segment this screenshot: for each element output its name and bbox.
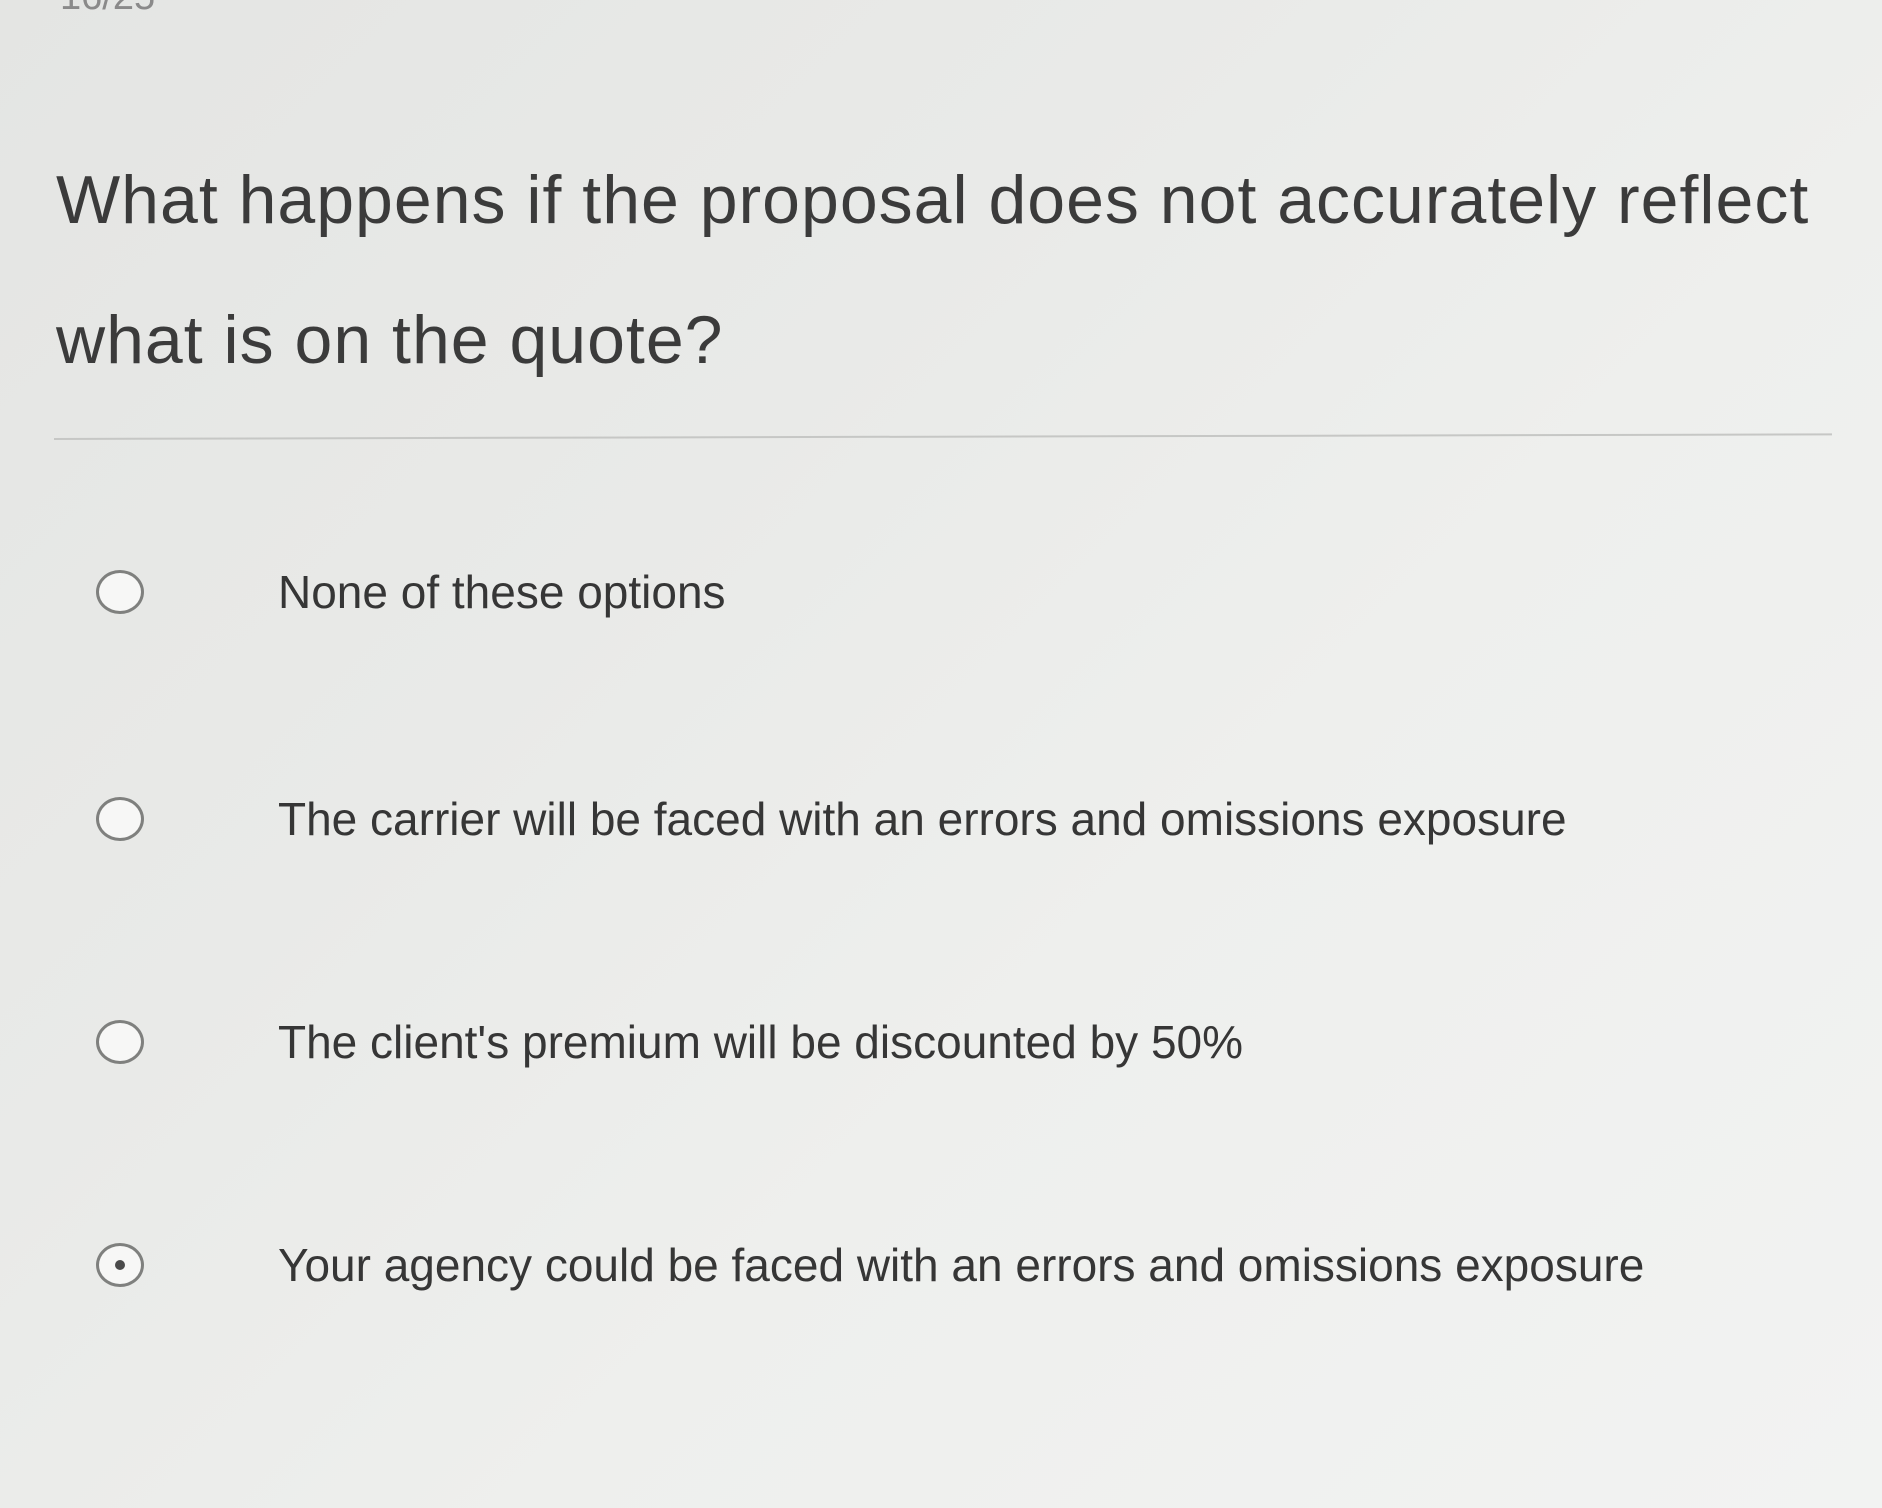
answer-option-4[interactable]: Your agency could be faced with an error… (96, 1238, 1644, 1292)
answer-option-label: None of these options (278, 566, 726, 618)
answer-option-label: The carrier will be faced with an errors… (278, 793, 1567, 845)
answer-options: None of these options The carrier will b… (0, 0, 1882, 1508)
answer-option-label: Your agency could be faced with an error… (278, 1239, 1645, 1291)
radio-selected-dot (115, 1260, 125, 1270)
answer-option-1[interactable]: None of these options (96, 565, 726, 619)
radio-button-icon[interactable] (96, 1020, 144, 1064)
radio-button-icon[interactable] (96, 570, 144, 614)
answer-option-2[interactable]: The carrier will be faced with an errors… (96, 792, 1567, 846)
radio-button-icon[interactable] (96, 797, 144, 841)
quiz-screen: 16/25 What happens if the proposal does … (0, 0, 1882, 1508)
radio-button-icon[interactable] (96, 1243, 144, 1287)
answer-option-3[interactable]: The client's premium will be discounted … (96, 1015, 1243, 1069)
answer-option-label: The client's premium will be discounted … (278, 1016, 1244, 1068)
